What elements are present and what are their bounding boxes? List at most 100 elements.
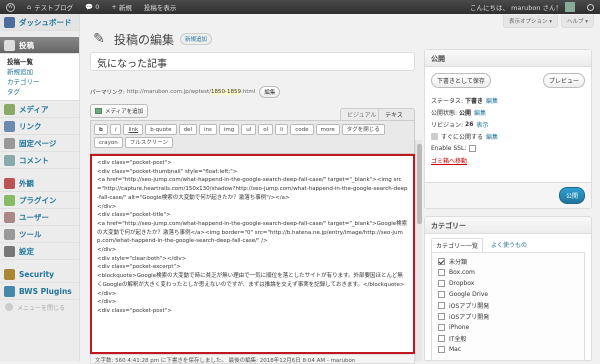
comments-link[interactable]: 💬 0: [79, 0, 105, 14]
qt-more-button[interactable]: more: [315, 124, 340, 135]
wordpress-logo-icon: W: [6, 2, 15, 12]
move-to-trash-link[interactable]: ゴミ箱へ移動: [431, 156, 467, 165]
visibility-edit-link[interactable]: 編集: [474, 108, 486, 117]
permalink-slug[interactable]: 1850-1859: [211, 89, 242, 95]
sidebar-item-appearance[interactable]: 外観: [0, 175, 79, 192]
view-post-link[interactable]: 投稿を表示: [138, 0, 183, 14]
qt-img-button[interactable]: img: [218, 124, 240, 135]
category-checkbox[interactable]: [438, 346, 445, 353]
publish-box-title[interactable]: 公開: [425, 50, 591, 67]
sidebar-item-links[interactable]: リンク: [0, 118, 79, 135]
screen-meta-links: 表示オプション ▾ ヘルプ ▾: [502, 15, 594, 28]
qt-del-button[interactable]: del: [178, 124, 197, 135]
sidebar-item-media[interactable]: メディア: [0, 101, 79, 118]
categories-box-title[interactable]: カテゴリー: [425, 217, 591, 234]
category-item[interactable]: IT全般: [436, 333, 580, 344]
qt-code-button[interactable]: code: [290, 124, 314, 135]
tab-all-categories[interactable]: カテゴリー一覧: [431, 238, 484, 252]
wordpress-menu[interactable]: W: [0, 0, 21, 14]
editor-line: <a href="http://seo-jump.com/what-happen…: [97, 220, 408, 245]
scrollbar-thumb[interactable]: [417, 144, 422, 224]
category-item[interactable]: Google Drive: [436, 289, 580, 300]
status-edit-link[interactable]: 編集: [486, 96, 498, 105]
category-item[interactable]: Mac: [436, 344, 580, 355]
posts-submenu: 投稿一覧 新規追加 カテゴリー タグ: [0, 54, 79, 101]
category-item[interactable]: iPhone: [436, 322, 580, 333]
qt-ul-button[interactable]: ul: [241, 124, 257, 135]
editor-line: <a href="http://seo-jump.com/what-happen…: [97, 177, 408, 201]
collapse-icon: [5, 303, 13, 311]
qt-ol-button[interactable]: ol: [258, 124, 274, 135]
qt-link-button[interactable]: link: [123, 124, 144, 135]
enable-ssl-checkbox[interactable]: [469, 144, 477, 152]
site-name-link[interactable]: ⌂ テストブログ: [21, 0, 79, 14]
account-menu[interactable]: こんにちは、 marubon さん！: [464, 0, 581, 14]
sidebar-item-comments[interactable]: コメント: [0, 152, 79, 169]
categories-box: カテゴリー カテゴリー一覧 よく使うもの 未分類 Box.com Dropbox…: [424, 216, 592, 361]
publish-button[interactable]: 公開: [558, 187, 585, 204]
sidebar-item-pages[interactable]: 固定ページ: [0, 135, 79, 152]
qt-bold-button[interactable]: b: [94, 124, 108, 135]
category-item[interactable]: iOSアプリ開発: [436, 311, 580, 322]
add-media-button[interactable]: メディアを追加: [90, 104, 149, 118]
link-icon: [4, 120, 15, 132]
submenu-categories[interactable]: カテゴリー: [7, 77, 79, 87]
sidebar-item-dashboard[interactable]: ダッシュボード: [0, 14, 79, 31]
submenu-add-new[interactable]: 新規追加: [7, 67, 79, 77]
qt-ins-button[interactable]: ins: [198, 124, 217, 135]
help-button[interactable]: ヘルプ ▾: [560, 15, 594, 28]
editor-line: <blockquote>Google検索の大変動で時に貧乏が無い理由で一気に順位…: [97, 273, 405, 288]
schedule-edit-link[interactable]: 編集: [486, 132, 498, 141]
submenu-tags[interactable]: タグ: [7, 87, 79, 97]
qt-fullscreen-button[interactable]: フルスクリーン: [124, 137, 173, 148]
sidebar-item-plugins[interactable]: プラグイン: [0, 192, 79, 209]
sidebar-item-users[interactable]: ユーザー: [0, 209, 79, 226]
page-title: 投稿の編集: [114, 32, 175, 47]
editor-line: <div class="pocket-post">: [97, 160, 172, 166]
sidebar-item-tools[interactable]: ツール: [0, 226, 79, 243]
permalink-edit-button[interactable]: 編集: [259, 86, 281, 98]
category-checkbox[interactable]: [438, 280, 445, 287]
tab-text[interactable]: テキスト: [378, 108, 415, 128]
category-item[interactable]: iOSアプリ開発: [436, 300, 580, 311]
ssl-row: Enable SSL:: [425, 142, 591, 154]
pencil-icon: ✎: [93, 31, 105, 47]
editor-line: </div>: [97, 203, 117, 210]
sidebar-item-settings[interactable]: 設定: [0, 243, 79, 260]
category-checkbox[interactable]: [438, 302, 445, 309]
sidebar-item-bws-plugins[interactable]: BWS Plugins: [0, 283, 79, 300]
revisions-show-link[interactable]: 表示: [476, 120, 488, 129]
tab-most-used[interactable]: よく使うもの: [487, 238, 531, 252]
category-checkbox[interactable]: [438, 269, 445, 276]
preview-button[interactable]: プレビュー: [542, 73, 585, 88]
qt-italic-button[interactable]: i: [109, 124, 122, 135]
sidebar-item-security[interactable]: Security: [0, 266, 79, 283]
add-new-button[interactable]: 新規追加: [180, 33, 213, 45]
screen-options-button[interactable]: 表示オプション ▾: [502, 15, 558, 28]
tab-visual[interactable]: ビジュアル: [340, 108, 384, 120]
permalink-url: http://marubon.com.jp/wptest/: [126, 89, 212, 95]
visibility-row: 公開状態: 公開 編集: [431, 108, 487, 117]
qt-close-tags-button[interactable]: タグを閉じる: [341, 124, 385, 135]
admin-sidebar: ダッシュボード 投稿 投稿一覧 新規追加 カテゴリー タグ メディア リンク 固…: [0, 14, 80, 361]
new-content-menu[interactable]: + 新規: [105, 0, 137, 14]
qt-crayon-button[interactable]: crayon: [94, 137, 123, 148]
category-checkbox[interactable]: [438, 335, 445, 342]
category-checkbox[interactable]: [438, 313, 445, 320]
sidebar-item-posts[interactable]: 投稿: [0, 37, 79, 54]
qt-blockquote-button[interactable]: b-quote: [145, 124, 177, 135]
category-item[interactable]: Box.com: [436, 267, 580, 278]
qt-li-button[interactable]: li: [275, 124, 289, 135]
category-checkbox[interactable]: [438, 324, 445, 331]
category-item[interactable]: 未分類: [436, 256, 580, 267]
collapse-menu-button[interactable]: メニューを閉じる: [0, 300, 79, 314]
save-draft-button[interactable]: 下書きとして保存: [431, 73, 491, 88]
category-checkbox[interactable]: [438, 258, 445, 265]
category-item[interactable]: Dropbox: [436, 278, 580, 289]
content-editor-textarea[interactable]: <div class="pocket-post"> <div class="po…: [90, 154, 415, 354]
search-icon[interactable]: [587, 3, 594, 11]
category-checkbox[interactable]: [438, 291, 445, 298]
submenu-all-posts[interactable]: 投稿一覧: [7, 57, 79, 67]
editor-scrollbar[interactable]: [415, 140, 422, 361]
post-title-input[interactable]: 気になった記事: [90, 52, 415, 71]
